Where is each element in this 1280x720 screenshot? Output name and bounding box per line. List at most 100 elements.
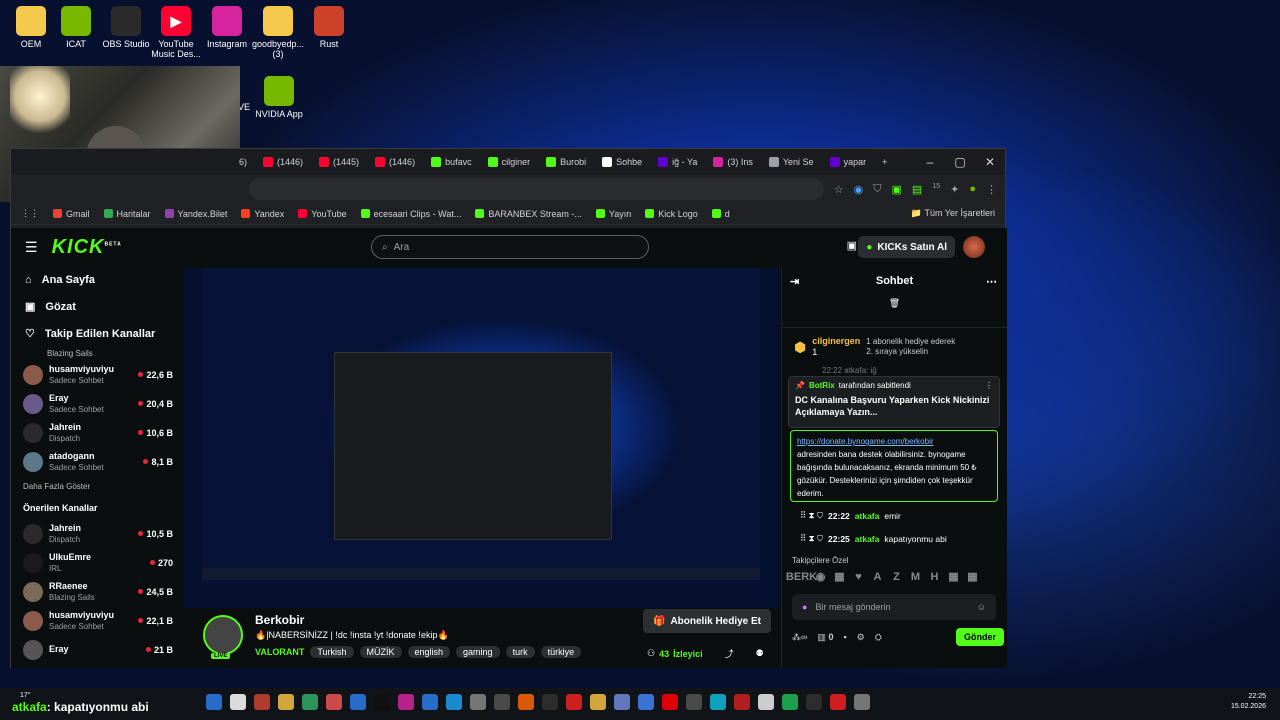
taskbar-app-icon[interactable]: [326, 694, 342, 710]
bookmark[interactable]: d: [711, 209, 730, 219]
bookmark[interactable]: YouTube: [298, 209, 347, 219]
show-more-link[interactable]: Daha Fazla Göster: [11, 476, 181, 497]
chat-input[interactable]: ● Bir mesaj gönderin ☺: [792, 594, 996, 620]
emote[interactable]: ◉: [813, 569, 828, 584]
buy-kicks-button[interactable]: ● KICKs Satın Al: [858, 236, 955, 258]
taskbar-app-icon[interactable]: [662, 694, 678, 710]
sidebar-channel[interactable]: RRaenee Blazing Sails 24,5 B: [11, 577, 181, 606]
sidebar-channel[interactable]: husamviyuviyu Sadece Sohbet 22,6 B: [11, 360, 181, 389]
taskbar-app-icon[interactable]: [278, 694, 294, 710]
taskbar-app-icon[interactable]: [758, 694, 774, 710]
taskbar-app-icon[interactable]: [254, 694, 270, 710]
extension-badge[interactable]: 15: [932, 183, 940, 196]
browser-tab[interactable]: Sohbe: [594, 152, 650, 172]
taskbar-app-icon[interactable]: [734, 694, 750, 710]
taskbar-app-icon[interactable]: [494, 694, 510, 710]
video-player[interactable]: [184, 268, 780, 608]
chat-options-icon[interactable]: ⋯: [986, 275, 997, 288]
sidebar-channel[interactable]: Eray Sadece Sohbet 20,4 B: [11, 389, 181, 418]
taskbar-app-icon[interactable]: [566, 694, 582, 710]
shield-icon[interactable]: ⛉: [873, 183, 881, 196]
emote[interactable]: ▦: [965, 569, 980, 584]
taskbar-app-icon[interactable]: [470, 694, 486, 710]
bookmark[interactable]: Kick Logo: [645, 209, 698, 219]
browser-tab[interactable]: (3) Ins: [705, 152, 761, 172]
taskbar-app-icon[interactable]: [518, 694, 534, 710]
pin-options-icon[interactable]: ⋮: [985, 381, 993, 390]
stream-tag[interactable]: english: [407, 646, 451, 658]
comment-icon[interactable]: ▪: [843, 632, 846, 642]
taskbar-app-icon[interactable]: [590, 694, 606, 710]
taskbar-app-icon[interactable]: [638, 694, 654, 710]
all-bookmarks[interactable]: 📁 Tüm Yer İşaretleri: [911, 208, 995, 219]
bookmark[interactable]: ecesaari Clips - Wat...: [360, 209, 461, 219]
emote[interactable]: BERK: [786, 569, 817, 584]
emote[interactable]: A: [870, 569, 885, 584]
infinity-icon[interactable]: ⁂∞: [792, 632, 807, 643]
search-input[interactable]: ⌕ Ara: [371, 235, 649, 259]
sidebar-nav-item[interactable]: ▣ Gözat: [11, 293, 181, 320]
apps-icon[interactable]: ⋮⋮: [21, 208, 39, 219]
taskbar-app-icon[interactable]: [806, 694, 822, 710]
stream-tag[interactable]: Turkish: [310, 646, 354, 658]
bookmark[interactable]: Haritalar: [103, 209, 151, 219]
gift-sub-button[interactable]: 🎁 Abonelik Hediye Et: [643, 609, 771, 633]
taskbar-app-icon[interactable]: [830, 694, 846, 710]
emote[interactable]: M: [908, 569, 923, 584]
gift-user[interactable]: cilginergen: [812, 336, 860, 347]
message-actions-icon[interactable]: ⠿ ⧗ ⛉: [800, 533, 823, 544]
taskbar-app-icon[interactable]: [398, 694, 414, 710]
browser-tab[interactable]: Burobi: [538, 152, 594, 172]
tab-stub[interactable]: 6): [231, 152, 255, 172]
pinned-message[interactable]: 📌 BotRix tarafından sabitlendi ⋮ DC Kanalın…: [788, 376, 1000, 428]
stream-tag[interactable]: MÜZİK: [359, 646, 402, 658]
stream-tag[interactable]: türkiye: [540, 646, 582, 658]
taskbar-app-icon[interactable]: [350, 694, 366, 710]
desktop-icon-nvidia-app[interactable]: NVIDIA App: [250, 76, 308, 119]
emote[interactable]: H: [927, 569, 942, 584]
puzzle-icon[interactable]: ✦: [950, 183, 959, 196]
bookmark[interactable]: BARANBEX Stream -...: [475, 209, 582, 219]
browser-tab[interactable]: (1446): [367, 152, 423, 172]
streamer-name[interactable]: Berkobir: [255, 613, 304, 627]
browser-tab[interactable]: (1446): [255, 152, 311, 172]
star-icon[interactable]: ☆: [834, 183, 844, 196]
desktop-icon[interactable]: ▶ YouTube Music Des...: [147, 6, 205, 59]
desktop-icon[interactable]: Rust: [300, 6, 358, 49]
share-icon[interactable]: ⤴: [725, 647, 734, 660]
taskbar-app-icon[interactable]: [422, 694, 438, 710]
sidebar-nav-item[interactable]: ⌂ Ana Sayfa: [11, 266, 181, 293]
taskbar-app-icon[interactable]: [542, 694, 558, 710]
hamburger-icon[interactable]: ☰: [25, 239, 38, 256]
system-clock[interactable]: 22:25 15.02.2026: [1231, 692, 1266, 712]
taskbar-app-icon[interactable]: [710, 694, 726, 710]
taskbar-app-icon[interactable]: [230, 694, 246, 710]
mic-icon[interactable]: ●: [802, 602, 807, 612]
profile-icon[interactable]: ●: [969, 183, 976, 196]
sidebar-channel[interactable]: Jahrein Dispatch 10,6 B: [11, 418, 181, 447]
close-button[interactable]: ✕: [975, 155, 1005, 169]
emote[interactable]: ♥: [851, 569, 866, 584]
taskbar-app-icon[interactable]: [782, 694, 798, 710]
menu-icon[interactable]: ⋮: [986, 183, 997, 196]
bookmark[interactable]: Yayın: [595, 209, 631, 219]
kick-logo[interactable]: KICKBETA: [52, 236, 122, 259]
emoji-icon[interactable]: ☺: [977, 602, 986, 612]
extension-icon[interactable]: ◉: [854, 183, 864, 196]
stream-tag[interactable]: turk: [505, 646, 535, 658]
taskbar-app-icon[interactable]: [446, 694, 462, 710]
new-tab-button[interactable]: +: [874, 152, 895, 172]
taskbar-app-icon[interactable]: [854, 694, 870, 710]
sidebar-channel[interactable]: UlkuEmre IRL 270: [11, 548, 181, 577]
browser-tab[interactable]: Yeni Se: [761, 152, 822, 172]
emote[interactable]: ▦: [946, 569, 961, 584]
emote[interactable]: ▦: [832, 569, 847, 584]
minimize-button[interactable]: –: [915, 155, 945, 169]
taskbar-app-icon[interactable]: [614, 694, 630, 710]
browser-tab[interactable]: cilginer: [480, 152, 539, 172]
follow-icon[interactable]: ⚉: [756, 648, 764, 659]
theater-icon[interactable]: ▣: [847, 239, 857, 252]
bookmark[interactable]: Yandex: [241, 209, 284, 219]
message-user[interactable]: atkafa: [855, 534, 880, 544]
browser-tab[interactable]: bufavc: [423, 152, 480, 172]
